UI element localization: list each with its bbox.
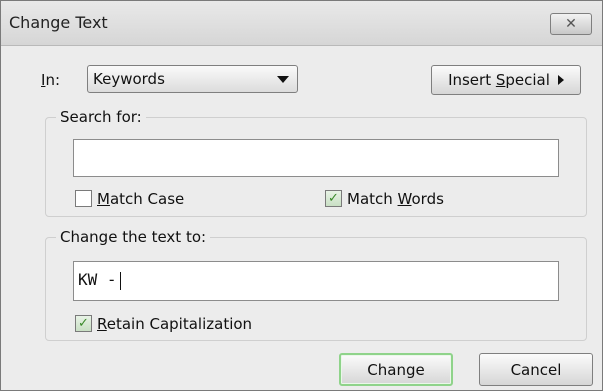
replacement-input[interactable]: KW - [73, 261, 559, 301]
change-button-label: Change [367, 360, 425, 379]
retain-capitalization-checkbox[interactable] [75, 315, 92, 332]
search-for-title: Search for: [56, 108, 146, 126]
cancel-button[interactable]: Cancel [479, 353, 593, 386]
match-case-checkbox[interactable] [75, 190, 92, 207]
change-text-title: Change the text to: [56, 228, 211, 246]
chevron-down-icon [277, 76, 289, 83]
close-button[interactable]: ✕ [550, 13, 592, 35]
match-case-label[interactable]: Match Case [97, 190, 184, 208]
text-cursor [119, 271, 121, 290]
cancel-button-label: Cancel [510, 360, 562, 379]
retain-capitalization-label[interactable]: Retain Capitalization [97, 315, 252, 333]
match-words-label[interactable]: Match Words [347, 190, 444, 208]
match-words-checkbox[interactable] [325, 190, 342, 207]
in-label: In: [41, 71, 60, 89]
close-icon: ✕ [565, 16, 577, 32]
dialog-title: Change Text [9, 13, 108, 32]
in-select-value: Keywords [93, 70, 165, 88]
insert-special-button[interactable]: Insert Special [431, 65, 581, 95]
in-select[interactable]: Keywords [87, 65, 298, 93]
replacement-value: KW - [78, 270, 117, 289]
search-input[interactable] [73, 139, 559, 177]
chevron-right-icon [557, 75, 564, 85]
title-bar[interactable]: Change Text ✕ [1, 1, 602, 46]
change-button[interactable]: Change [339, 353, 453, 386]
change-text-dialog: Change Text ✕ In: Keywords Insert Specia… [0, 0, 603, 391]
insert-special-label: Insert Special [448, 71, 550, 89]
